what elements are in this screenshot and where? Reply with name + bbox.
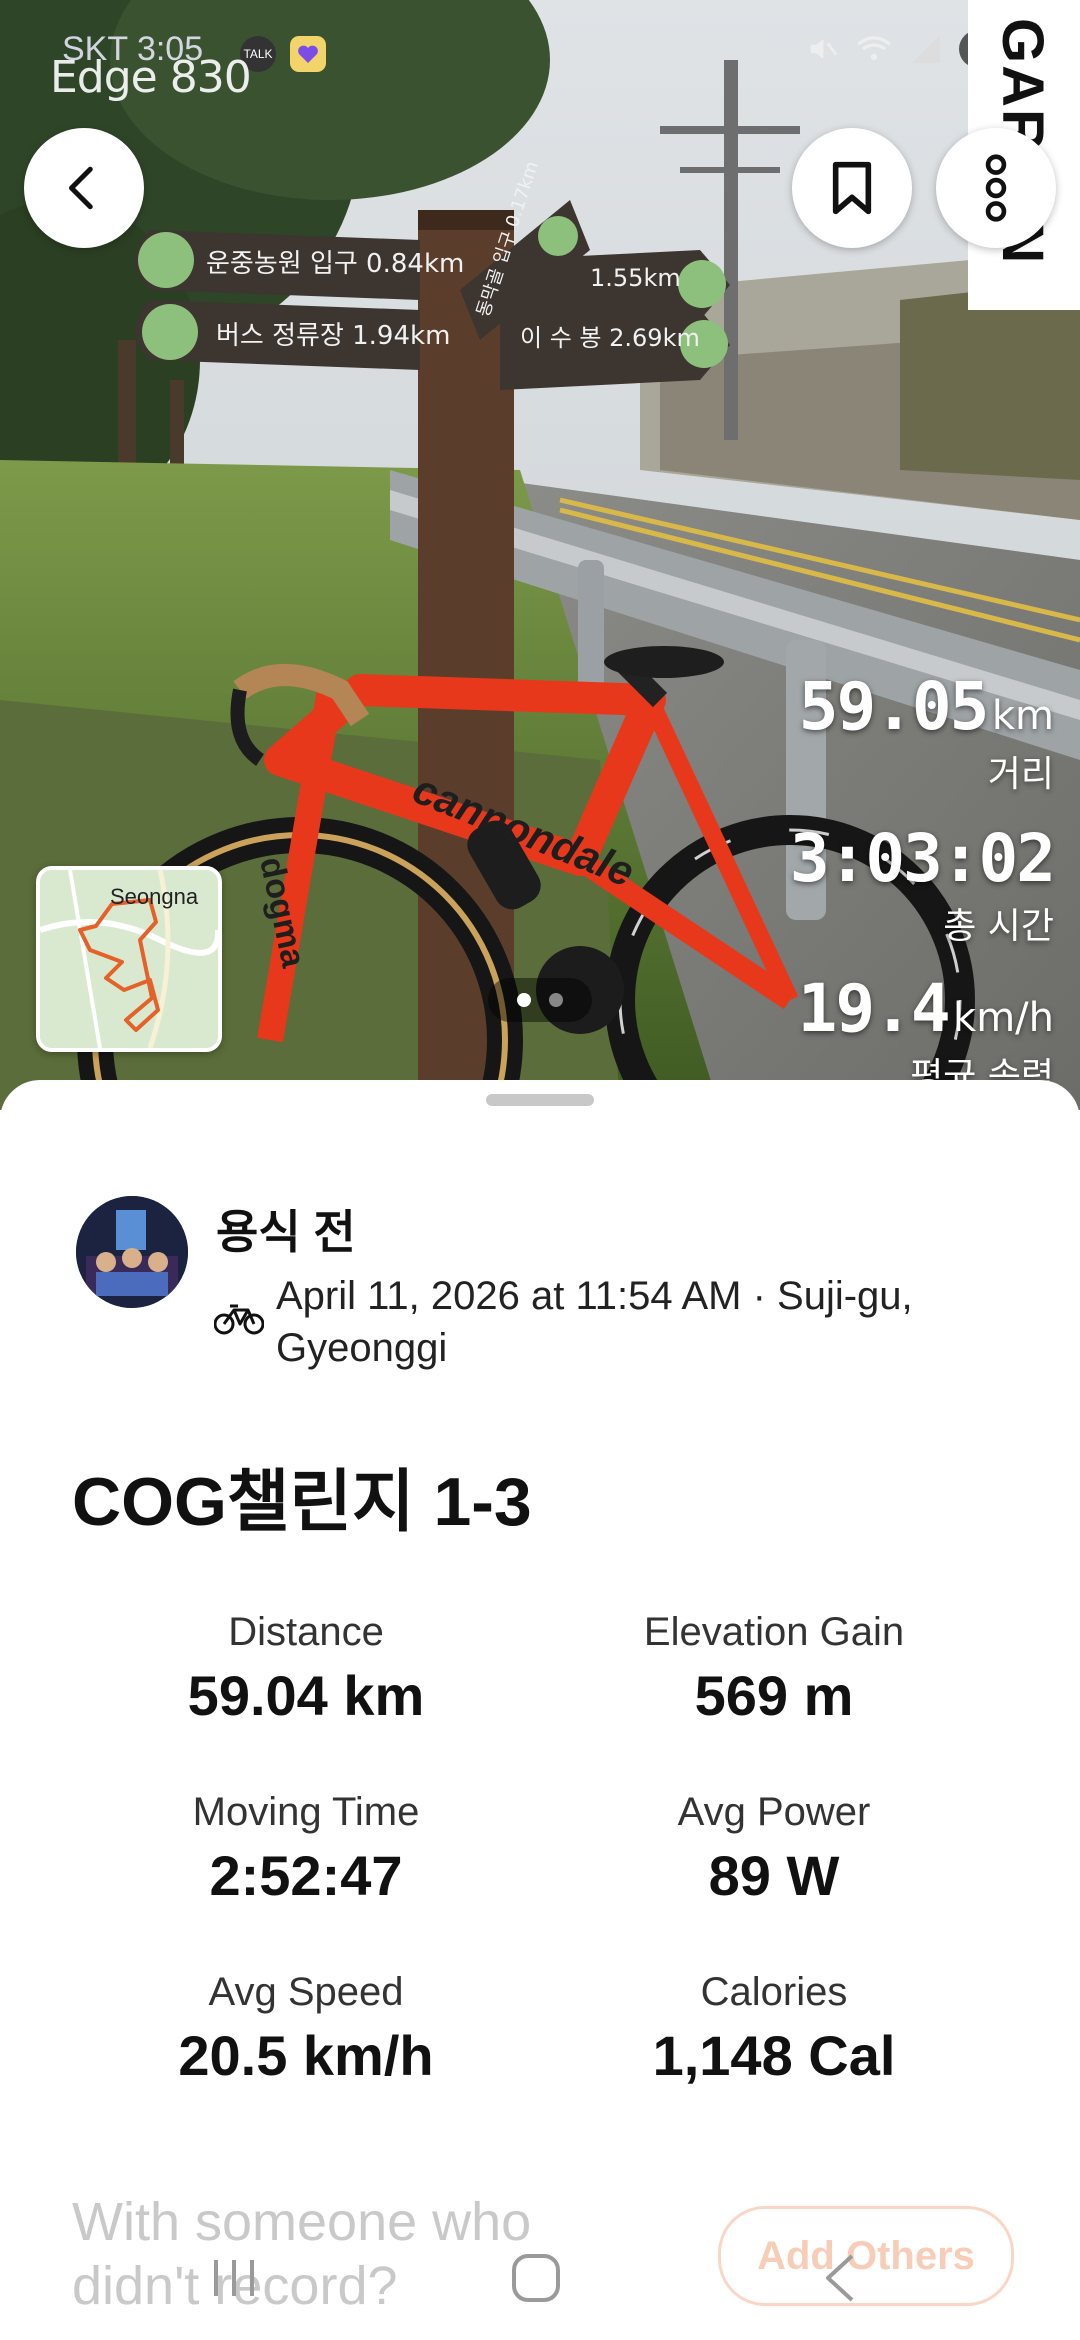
stat-label: Avg Power — [677, 1790, 871, 1834]
bookmark-button[interactable] — [792, 128, 912, 248]
stat-value: 569 m — [694, 1664, 854, 1727]
carousel-dot — [549, 993, 563, 1007]
photo-speed-unit: km/h — [953, 995, 1054, 1041]
avatar-photo — [76, 1196, 188, 1308]
carousel-dot-active — [517, 993, 531, 1007]
status-notification-icons: TALK — [240, 36, 326, 72]
photo-time-label: 총 시간 — [943, 906, 1054, 947]
sheet-drag-handle[interactable] — [486, 1094, 594, 1106]
wifi-icon — [856, 36, 891, 61]
avatar[interactable] — [76, 1196, 188, 1308]
photo-distance-label: 거리 — [987, 754, 1054, 795]
heart-app-icon — [290, 36, 326, 72]
photo-time-overlay: 3:03:02 총 시간 — [789, 820, 1056, 949]
photo-carousel-indicator — [488, 978, 592, 1022]
more-vertical-icon — [985, 154, 1007, 222]
device-watermark: Edge 830 — [50, 52, 252, 103]
stat-value: 2:52:47 — [209, 1844, 403, 1907]
stat-calories: Calories 1,148 Cal — [554, 1970, 994, 2088]
recent-apps-icon[interactable] — [206, 2250, 262, 2306]
activity-photo[interactable]: 운중농원 입구 0.84km 버스 정류장 1.94km 1.55km 이 수 … — [0, 0, 1080, 1110]
route-map-thumbnail[interactable]: Seongna — [36, 866, 222, 1052]
signal-icon — [911, 34, 940, 64]
stat-distance: Distance 59.04 km — [86, 1610, 526, 1728]
stat-label: Distance — [228, 1610, 384, 1654]
bookmark-icon — [832, 161, 872, 215]
sign-right-top: 1.55km — [590, 264, 681, 292]
photo-distance-overlay: 59.05 km 거리 — [799, 668, 1054, 797]
bike-activity-icon — [214, 1304, 264, 1335]
stat-label: Avg Speed — [208, 1970, 404, 2014]
athlete-name[interactable]: 용식 전 — [216, 1196, 356, 1262]
chevron-left-icon — [69, 166, 93, 210]
photo-distance-value: 59.05 — [798, 668, 990, 745]
system-back-icon[interactable] — [814, 2250, 870, 2306]
more-options-button[interactable] — [936, 128, 1056, 248]
photo-time-value: 3:03:02 — [789, 820, 1056, 897]
sign-left-bottom: 버스 정류장 1.94km — [216, 321, 450, 351]
photo-distance-unit: km — [991, 693, 1054, 739]
photo-speed-value: 19.4 — [797, 970, 951, 1047]
sign-right-bottom: 이 수 봉 2.69km — [520, 324, 700, 352]
stat-value: 20.5 km/h — [178, 2024, 434, 2087]
system-navigation-bar — [0, 2230, 1080, 2340]
home-icon[interactable] — [508, 2250, 564, 2306]
map-place-label: Seongna — [110, 884, 199, 909]
activity-date-location: April 11, 2026 at 11:54 AM · Suji-gu, Gy… — [276, 1274, 913, 1370]
mute-icon — [810, 39, 837, 59]
stat-value: 59.04 km — [187, 1664, 425, 1727]
stat-moving-time: Moving Time 2:52:47 — [86, 1790, 526, 1908]
stat-value: 89 W — [708, 1844, 840, 1907]
activity-details-sheet: 용식 전 April 11, 2026 at 11:54 AM · Suji-g… — [0, 1080, 1080, 2340]
activity-title: COG챌린지 1-3 — [72, 1464, 532, 1540]
stat-value: 1,148 Cal — [652, 2024, 896, 2087]
stat-label: Elevation Gain — [643, 1610, 905, 1654]
stat-label: Moving Time — [192, 1790, 420, 1834]
stat-avg-speed: Avg Speed 20.5 km/h — [86, 1970, 526, 2088]
sign-left-top: 운중농원 입구 0.84km — [206, 249, 464, 279]
stat-elevation-gain: Elevation Gain 569 m — [554, 1610, 994, 1728]
stat-label: Calories — [700, 1970, 848, 2014]
back-button[interactable] — [24, 128, 144, 248]
stat-avg-power: Avg Power 89 W — [554, 1790, 994, 1908]
